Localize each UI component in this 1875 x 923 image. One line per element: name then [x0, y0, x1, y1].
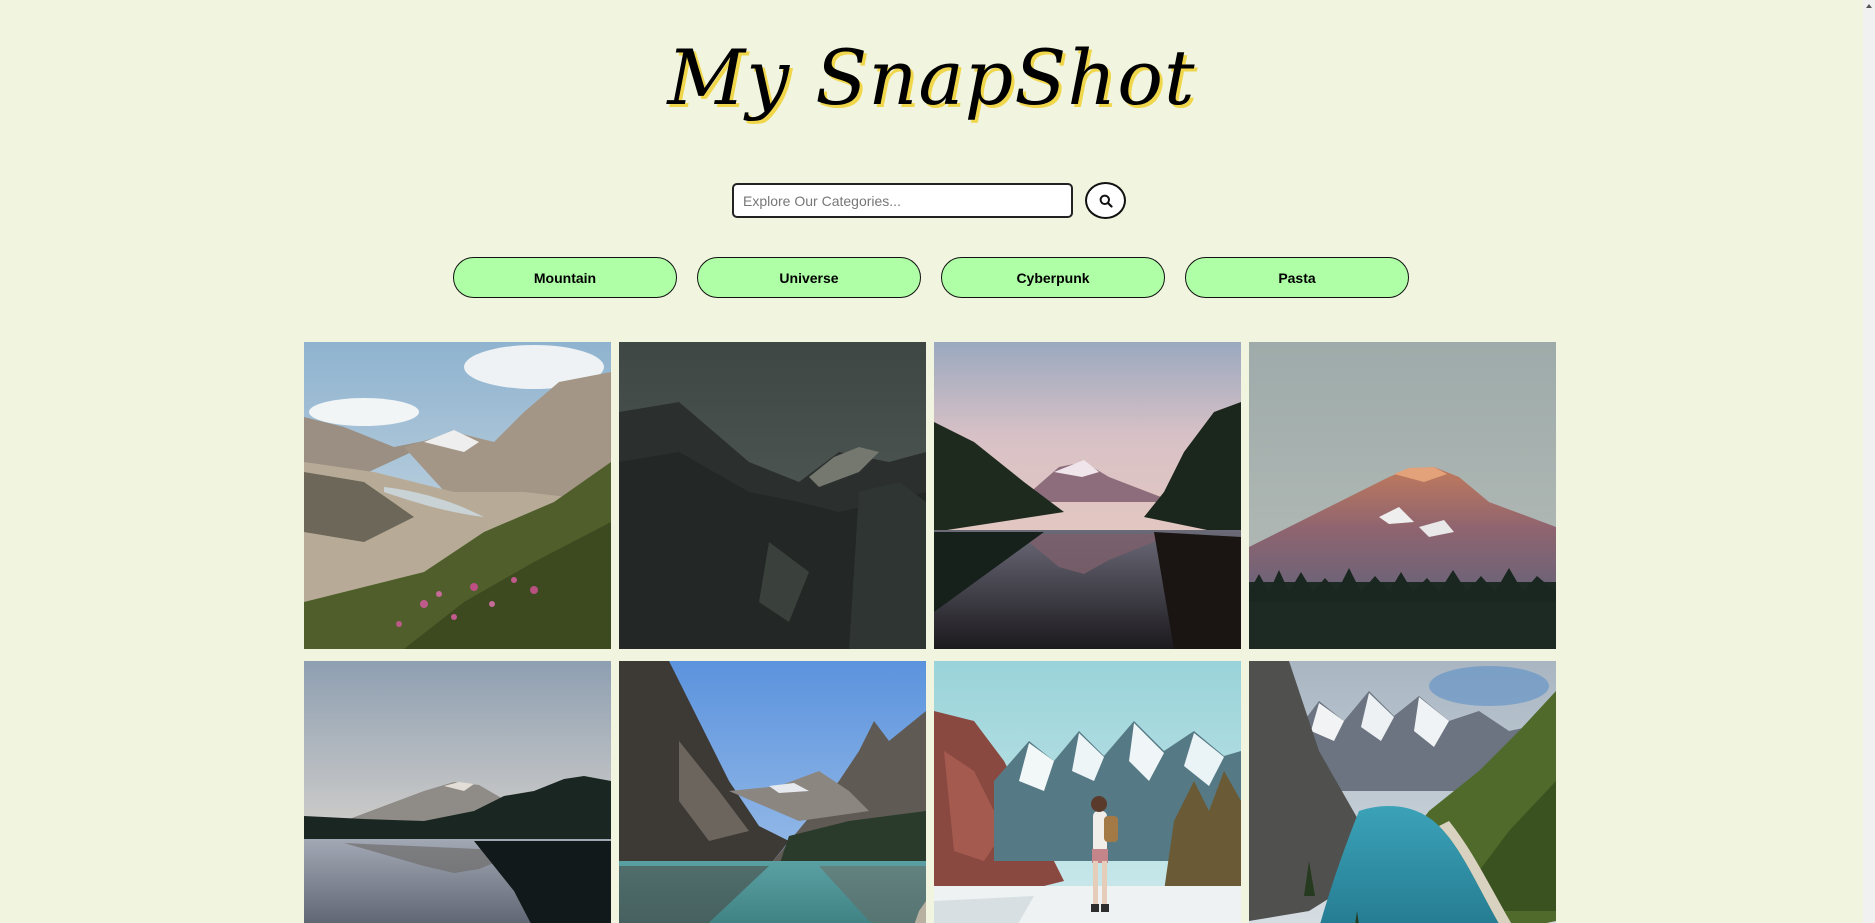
- search-icon: [1099, 194, 1113, 208]
- scroll-up-icon[interactable]: [1866, 4, 1872, 8]
- category-button-universe[interactable]: Universe: [697, 257, 921, 298]
- category-button-pasta[interactable]: Pasta: [1185, 257, 1409, 298]
- search-form: [732, 182, 1126, 219]
- category-button-cyberpunk[interactable]: Cyberpunk: [941, 257, 1165, 298]
- gallery-photo[interactable]: [934, 342, 1241, 649]
- gallery-photo[interactable]: [934, 661, 1241, 923]
- category-button-mountain[interactable]: Mountain: [453, 257, 677, 298]
- gallery-photo[interactable]: [304, 661, 611, 923]
- vertical-scrollbar[interactable]: [1863, 0, 1875, 923]
- category-nav: Mountain Universe Cyberpunk Pasta: [453, 257, 1409, 298]
- photo-gallery: [304, 342, 1556, 923]
- gallery-photo[interactable]: [619, 661, 926, 923]
- gallery-photo[interactable]: [1249, 342, 1556, 649]
- gallery-photo[interactable]: [304, 342, 611, 649]
- page-title: My SnapShot: [667, 33, 1196, 122]
- page: My SnapShot Mountain Universe Cyberpunk …: [0, 0, 1875, 923]
- search-input[interactable]: [732, 183, 1073, 218]
- gallery-photo[interactable]: [619, 342, 926, 649]
- search-button[interactable]: [1085, 182, 1126, 219]
- gallery-photo[interactable]: [1249, 661, 1556, 923]
